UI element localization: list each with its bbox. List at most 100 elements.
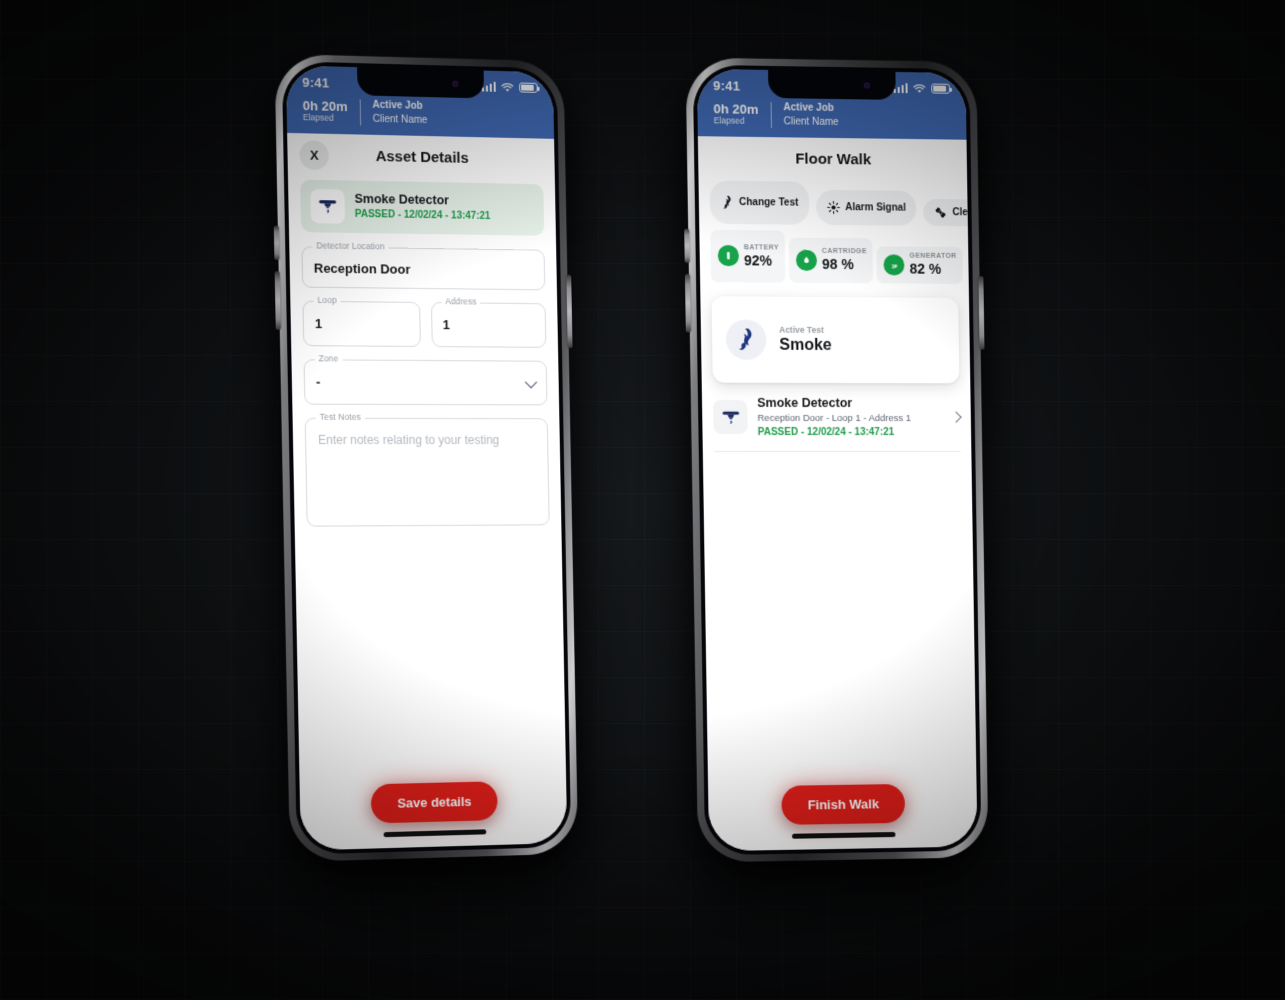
page-title: Asset Details: [375, 147, 469, 167]
client-name: Client Name: [783, 115, 839, 128]
phone-bezel: 9:41 0h 20m Elapsed Active Job Client Na…: [281, 61, 572, 855]
page-title: Floor Walk: [795, 149, 872, 168]
zone-label: Zone: [314, 353, 343, 364]
phone-mockup-floor-walk: 9:41 0h 20m Elapsed Active Job Client Na…: [684, 57, 989, 863]
metric-value: 92%: [743, 252, 773, 269]
address-field[interactable]: Address 1: [430, 296, 547, 348]
elapsed-value: 0h 20m: [713, 100, 759, 117]
test-notes-placeholder: Enter notes relating to your testing: [317, 432, 500, 448]
metric-value: 98 %: [821, 256, 854, 273]
elapsed-time: 0h 20m Elapsed: [713, 100, 759, 127]
job-info: Active Job Client Name: [372, 99, 427, 127]
asset-status-badge: PASSED - 12/02/24 - 13:47:21: [757, 426, 895, 438]
detector-location-input[interactable]: Reception Door: [314, 261, 534, 281]
detector-location-field[interactable]: Detector Location Reception Door: [301, 240, 546, 291]
loop-field[interactable]: Loop 1: [302, 294, 421, 347]
elapsed-label: Elapsed: [713, 115, 745, 126]
notch: [768, 69, 896, 100]
volume-up-button[interactable]: [273, 225, 280, 261]
metric-label: BATTERY: [743, 243, 779, 252]
title-row: X Asset Details: [287, 133, 555, 181]
battery-icon: [931, 83, 951, 94]
loop-address-row: Loop 1 Address 1: [302, 294, 547, 361]
finish-walk-cta-wrap: Finish Walk: [708, 783, 977, 826]
wifi-icon: [912, 83, 926, 93]
finish-walk-button[interactable]: Finish Walk: [781, 783, 906, 825]
battery-icon: [519, 82, 538, 93]
elapsed-label: Elapsed: [302, 112, 334, 124]
volume-down-button[interactable]: [274, 271, 281, 330]
droplet-icon: [795, 249, 818, 271]
zone-select[interactable]: Zone -: [303, 353, 548, 406]
chip-label: Change Test: [738, 196, 799, 209]
volume-down-button[interactable]: [684, 273, 691, 333]
asset-meta: Reception Door - Loop 1 - Address 1: [757, 412, 912, 424]
metric-value: 82 %: [909, 260, 942, 278]
asset-form: Detector Location Reception Door Loop 1 …: [289, 232, 561, 527]
power-button[interactable]: [978, 276, 985, 350]
battery-status-icon: [717, 245, 740, 267]
asset-name: Smoke Detector: [757, 396, 853, 411]
test-notes-label: Test Notes: [315, 411, 365, 422]
phone-frame: 9:41 0h 20m Elapsed Active Job Client Na…: [273, 53, 579, 863]
client-name: Client Name: [372, 113, 428, 126]
job-info: Active Job Client Name: [783, 101, 838, 129]
vignette-overlay: [0, 0, 1285, 1000]
title-row: Floor Walk: [698, 136, 967, 181]
phone-bezel: 9:41 0h 20m Elapsed Active Job Client Na…: [692, 64, 982, 856]
screen-body: Floor Walk Change Test Alarm Signal Clea…: [697, 136, 978, 852]
divider: [770, 101, 772, 128]
chip-alarm-signal[interactable]: Alarm Signal: [816, 189, 918, 226]
metric-battery: BATTERY 92%: [710, 229, 786, 284]
chip-label: Clearing: [952, 207, 978, 219]
status-bar-time: 9:41: [713, 77, 741, 94]
volume-up-button[interactable]: [684, 228, 690, 263]
asset-list-item[interactable]: Smoke Detector Reception Door - Loop 1 -…: [712, 395, 962, 452]
test-notes-field[interactable]: Test Notes Enter notes relating to your …: [304, 411, 550, 527]
address-label: Address: [441, 296, 481, 307]
phone-frame: 9:41 0h 20m Elapsed Active Job Client Na…: [684, 57, 989, 863]
zone-value: -: [315, 374, 321, 390]
active-test-card[interactable]: Active Test Smoke: [711, 296, 960, 384]
elapsed-value: 0h 20m: [302, 97, 348, 114]
close-button[interactable]: X: [299, 140, 330, 171]
smoke-flame-icon: [725, 319, 767, 361]
smoke-detector-icon: [310, 188, 346, 224]
job-label: Active Job: [372, 99, 423, 112]
screen-body: X Asset Details Smoke Detector PASSED - …: [287, 132, 568, 851]
fan-icon: [936, 207, 946, 218]
address-input[interactable]: 1: [443, 317, 535, 335]
chevron-right-icon[interactable]: [950, 411, 962, 424]
phone-mockup-asset-details: 9:41 0h 20m Elapsed Active Job Client Na…: [273, 53, 579, 863]
scene-background: 9:41 0h 20m Elapsed Active Job Client Na…: [0, 0, 1285, 1000]
front-camera-icon: [863, 82, 870, 89]
save-details-button[interactable]: Save details: [371, 781, 498, 824]
elapsed-time: 0h 20m Elapsed: [302, 97, 348, 124]
screen-floor-walk: 9:41 0h 20m Elapsed Active Job Client Na…: [696, 68, 978, 852]
job-label: Active Job: [783, 102, 834, 114]
smoke-detector-icon: [713, 400, 748, 435]
status-bar-icons: [893, 82, 951, 94]
metrics-row: BATTERY 92% CARTRIDGE 98 % GENERATOR 82 …: [699, 224, 969, 285]
metric-generator: GENERATOR 82 %: [876, 246, 963, 285]
screen-asset-details: 9:41 0h 20m Elapsed Active Job Client Na…: [285, 65, 568, 851]
chip-label: Alarm Signal: [845, 202, 906, 214]
loop-input[interactable]: 1: [315, 316, 409, 334]
asset-summary-banner: Smoke Detector PASSED - 12/02/24 - 13:47…: [300, 179, 545, 236]
asset-status-badge: PASSED - 12/02/24 - 13:47:21: [354, 208, 491, 223]
notch: [357, 67, 485, 99]
active-test-value: Smoke: [779, 337, 832, 355]
alarm-burst-icon: [827, 201, 841, 214]
test-mode-chips: Change Test Alarm Signal Clearing: [699, 178, 978, 227]
metric-label: CARTRIDGE: [821, 247, 867, 256]
status-bar-icons: [481, 81, 538, 93]
active-test-label: Active Test: [779, 324, 824, 335]
chip-change-test[interactable]: Change Test: [709, 180, 810, 225]
divider: [359, 98, 361, 126]
active-job-bar: 0h 20m Elapsed Active Job Client Name: [303, 97, 539, 130]
power-button[interactable]: [566, 274, 573, 349]
chip-clearing[interactable]: Clearing: [923, 198, 978, 227]
detector-location-label: Detector Location: [312, 240, 389, 252]
smoke-flame-icon: [723, 195, 731, 209]
wifi-icon: [500, 81, 514, 92]
